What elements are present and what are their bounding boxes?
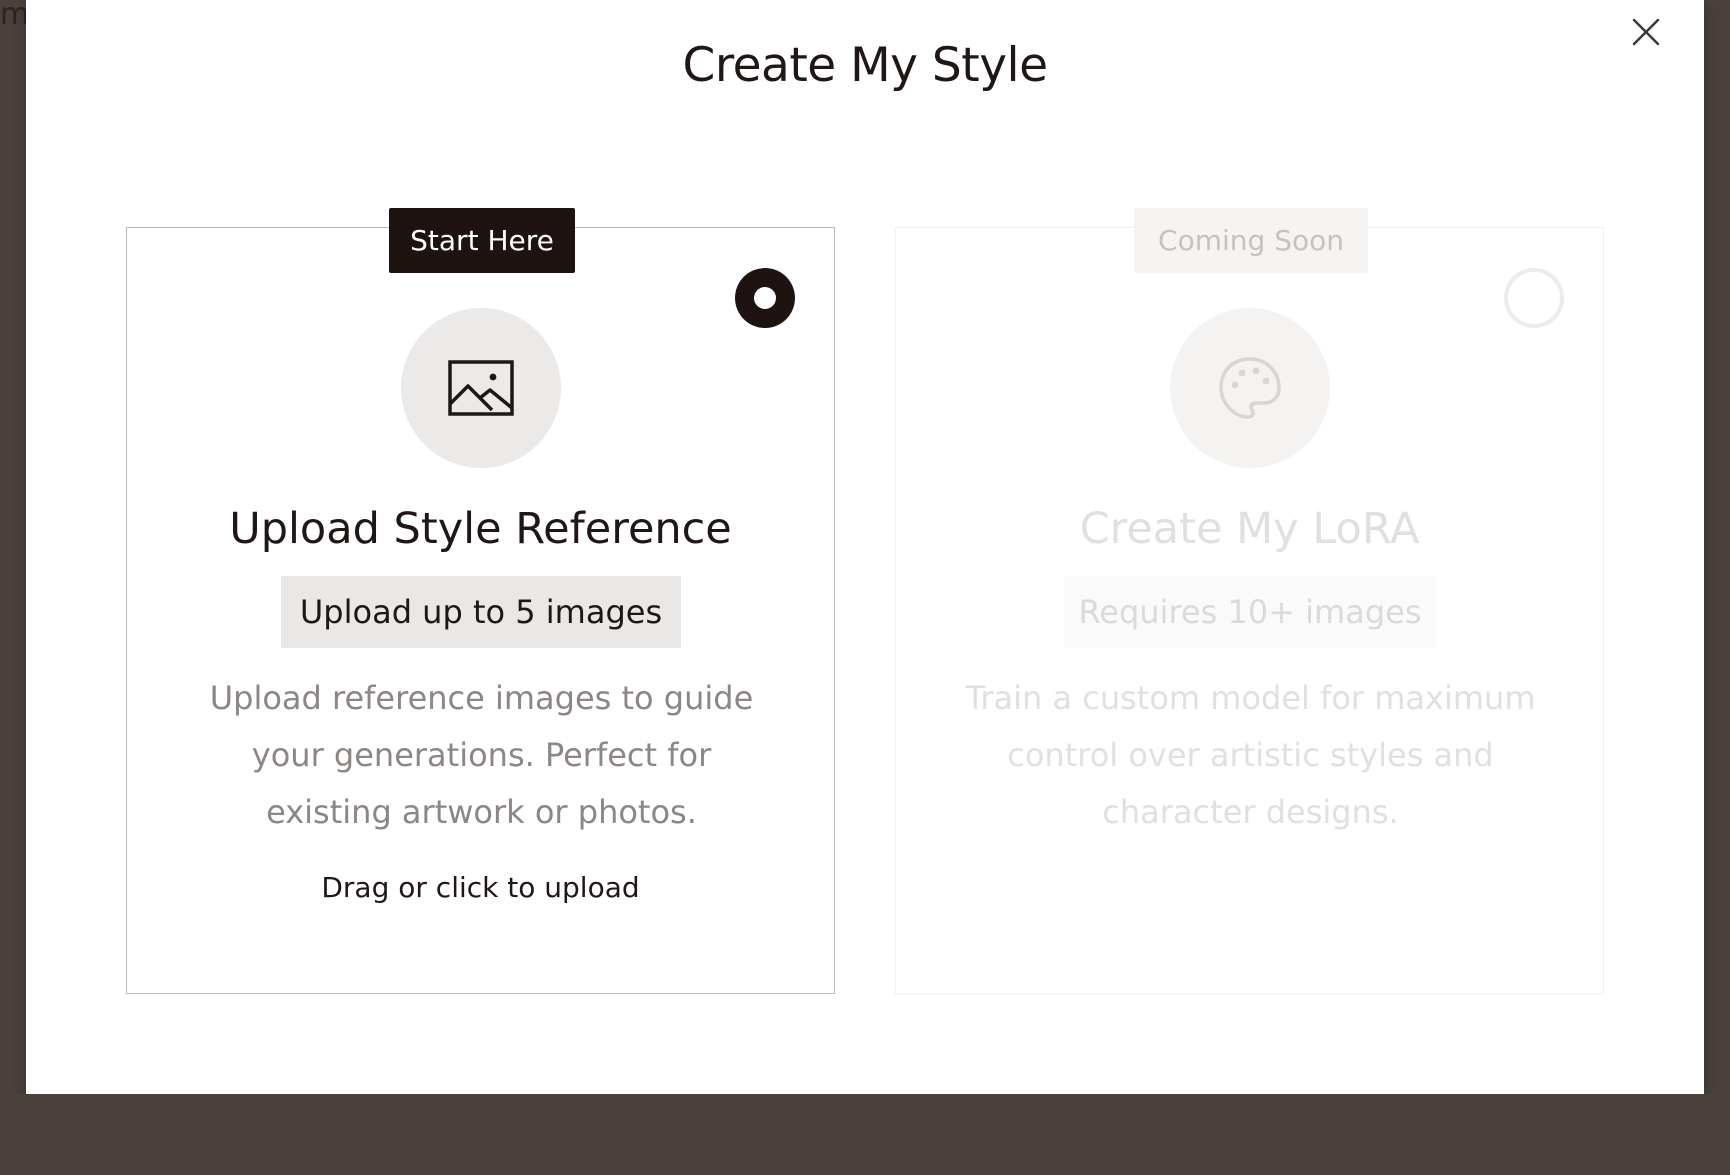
modal-title: Create My Style (682, 38, 1048, 93)
icon-circle (401, 308, 561, 468)
start-here-tag: Start Here (389, 208, 575, 273)
card-description: Train a custom model for maximum control… (965, 679, 1536, 831)
card-description: Upload reference images to guide your ge… (209, 679, 754, 831)
image-icon (448, 360, 514, 416)
coming-soon-tag: Coming Soon (1134, 208, 1368, 273)
background-peek-text: me (0, 0, 26, 30)
create-lora-card: Coming Soon Create My LoRA Requires 10+ … (895, 208, 1604, 994)
overlay-bottom (0, 1094, 1730, 1175)
card-title: Upload Style Reference (229, 504, 732, 554)
option-radio-unselected (1504, 268, 1564, 328)
image-requirement-badge: Requires 10+ images (1064, 576, 1436, 648)
card-title: Create My LoRA (1079, 504, 1420, 554)
upload-style-reference-card[interactable]: Start Here Upload Style Reference Upload… (126, 208, 835, 994)
upload-hint[interactable]: Drag or click to upload (127, 871, 834, 904)
icon-circle (1170, 308, 1330, 468)
palette-icon (1219, 357, 1281, 419)
create-style-modal: Create My Style Start Here Upload Style … (26, 0, 1704, 1094)
image-limit-badge: Upload up to 5 images (281, 576, 681, 648)
option-radio-selected[interactable] (735, 268, 795, 328)
